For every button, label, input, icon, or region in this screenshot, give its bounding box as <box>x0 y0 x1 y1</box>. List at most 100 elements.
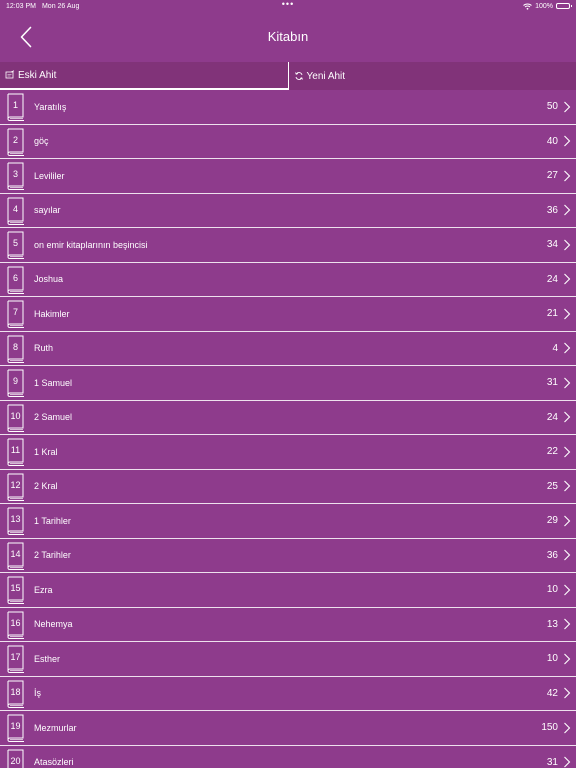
book-name: 1 Kral <box>34 446 58 457</box>
list-item[interactable]: 2 göç 40 <box>0 125 576 159</box>
chevron-right-icon <box>564 756 571 768</box>
chevron-right-icon <box>564 342 571 354</box>
book-name: Ruth <box>34 343 54 354</box>
chevron-right-icon <box>564 549 571 561</box>
book-icon: 3 <box>6 162 26 190</box>
book-icon: 11 <box>6 438 26 466</box>
multitask-dots[interactable]: ••• <box>282 0 294 9</box>
chapter-count: 50 <box>546 101 558 113</box>
chapter-count: 13 <box>546 618 558 630</box>
book-number: 18 <box>10 686 21 697</box>
book-number: 13 <box>10 514 21 524</box>
book-name: Atasözleri <box>34 757 74 768</box>
book-number: 19 <box>10 721 21 731</box>
book-number: 7 <box>12 307 18 317</box>
list-item[interactable]: 8 Ruth 4 <box>0 332 576 366</box>
list-item[interactable]: 18 İş 42 <box>0 677 576 711</box>
chapter-count: 29 <box>546 515 558 527</box>
book-number: 10 <box>10 410 21 421</box>
chapter-count: 10 <box>546 584 558 596</box>
refresh-icon <box>294 71 304 81</box>
list-item[interactable]: 20 Atasözleri 31 <box>0 746 576 768</box>
list-item[interactable]: 10 2 Samuel 24 <box>0 401 576 435</box>
list-item[interactable]: 5 on emir kitaplarının beşincisi 34 <box>0 228 576 263</box>
book-number: 8 <box>12 341 18 352</box>
chevron-right-icon <box>564 446 571 458</box>
status-time: 12:03 PM <box>6 2 36 10</box>
list-item[interactable]: 1 Yaratılış 50 <box>0 90 576 125</box>
book-name: Yaratılış <box>34 101 67 112</box>
book-icon: 2 <box>6 128 26 156</box>
tab-new-testament-label: Yeni Ahit <box>306 70 346 82</box>
book-number: 17 <box>10 652 21 662</box>
list-item[interactable]: 4 sayılar 36 <box>0 194 576 228</box>
book-icon: 19 <box>6 714 26 742</box>
list-item[interactable]: 15 Ezra 10 <box>0 573 576 608</box>
chevron-right-icon <box>564 239 571 251</box>
tab-old-testament-label: Eski Ahit <box>18 69 57 81</box>
list-item[interactable]: 17 Esther 10 <box>0 642 576 677</box>
book-icon: 6 <box>6 266 26 294</box>
status-bar: 12:03 PM Mon 26 Aug ••• 100% <box>0 0 576 12</box>
book-list[interactable]: 1 Yaratılış 50 2 göç 40 3 Levililer 27 4 sayılar 36… <box>0 90 576 768</box>
tab-old-testament[interactable]: Eski Ahit <box>0 62 289 90</box>
book-icon: 10 <box>6 404 26 432</box>
battery-percent: 100% <box>535 2 553 10</box>
list-item[interactable]: 13 1 Tarihler 29 <box>0 504 576 539</box>
status-date: Mon 26 Aug <box>41 2 80 10</box>
chapter-count: 36 <box>546 204 558 216</box>
list-item[interactable]: 9 1 Samuel 31 <box>0 366 576 401</box>
list-item[interactable]: 11 1 Kral 22 <box>0 435 576 470</box>
list-item[interactable]: 16 Nehemya 13 <box>0 608 576 642</box>
book-name: Hakimler <box>34 308 70 319</box>
list-item[interactable]: 19 Mezmurlar 150 <box>0 711 576 746</box>
book-number: 5 <box>12 238 18 248</box>
list-item[interactable]: 3 Levililer 27 <box>0 159 576 194</box>
battery-icon <box>556 3 572 9</box>
chevron-right-icon <box>564 377 571 389</box>
book-number: 3 <box>12 169 18 179</box>
book-icon: 12 <box>6 473 26 501</box>
testament-segmented-control: Eski Ahit Yeni Ahit <box>0 62 576 90</box>
book-icon: 16 <box>6 611 26 639</box>
chevron-right-icon <box>564 170 571 182</box>
book-name: 1 Samuel <box>34 377 73 388</box>
book-number: 15 <box>10 583 21 593</box>
book-name: 1 Tarihler <box>34 515 71 526</box>
book-icon: 13 <box>6 507 26 535</box>
book-name: Levililer <box>34 170 65 181</box>
chapter-count: 10 <box>546 653 558 665</box>
book-name: İş <box>34 688 42 699</box>
book-name: Nehemya <box>34 619 73 630</box>
chapter-count: 25 <box>546 480 558 492</box>
chevron-right-icon <box>564 308 571 320</box>
chapter-count: 21 <box>546 308 558 320</box>
book-number: 20 <box>10 755 21 766</box>
book-number: 11 <box>10 445 21 455</box>
chapter-count: 24 <box>546 411 558 423</box>
chevron-right-icon <box>564 584 571 596</box>
chevron-right-icon <box>564 135 571 147</box>
list-item[interactable]: 6 Joshua 24 <box>0 263 576 297</box>
wifi-icon <box>523 3 532 10</box>
book-name: Ezra <box>34 584 53 595</box>
chapter-count: 42 <box>546 687 558 699</box>
list-item[interactable]: 7 Hakimler 21 <box>0 297 576 332</box>
chapter-count: 24 <box>546 273 558 285</box>
chapter-count: 150 <box>541 722 558 734</box>
book-name: Joshua <box>34 274 64 285</box>
chapter-count: 22 <box>546 446 558 458</box>
list-item[interactable]: 14 2 Tarihler 36 <box>0 539 576 573</box>
tab-new-testament[interactable]: Yeni Ahit <box>289 62 576 90</box>
chapter-count: 27 <box>546 170 558 182</box>
page-title: Kitabın <box>267 29 309 44</box>
book-name: 2 Tarihler <box>34 550 71 561</box>
chevron-right-icon <box>564 722 571 734</box>
chapter-count: 40 <box>546 135 558 147</box>
chevron-right-icon <box>564 618 571 630</box>
book-icon: 18 <box>6 680 26 708</box>
chevron-right-icon <box>564 480 571 492</box>
book-name: sayılar <box>34 205 61 216</box>
book-name: göç <box>34 136 49 147</box>
list-item[interactable]: 12 2 Kral 25 <box>0 470 576 504</box>
